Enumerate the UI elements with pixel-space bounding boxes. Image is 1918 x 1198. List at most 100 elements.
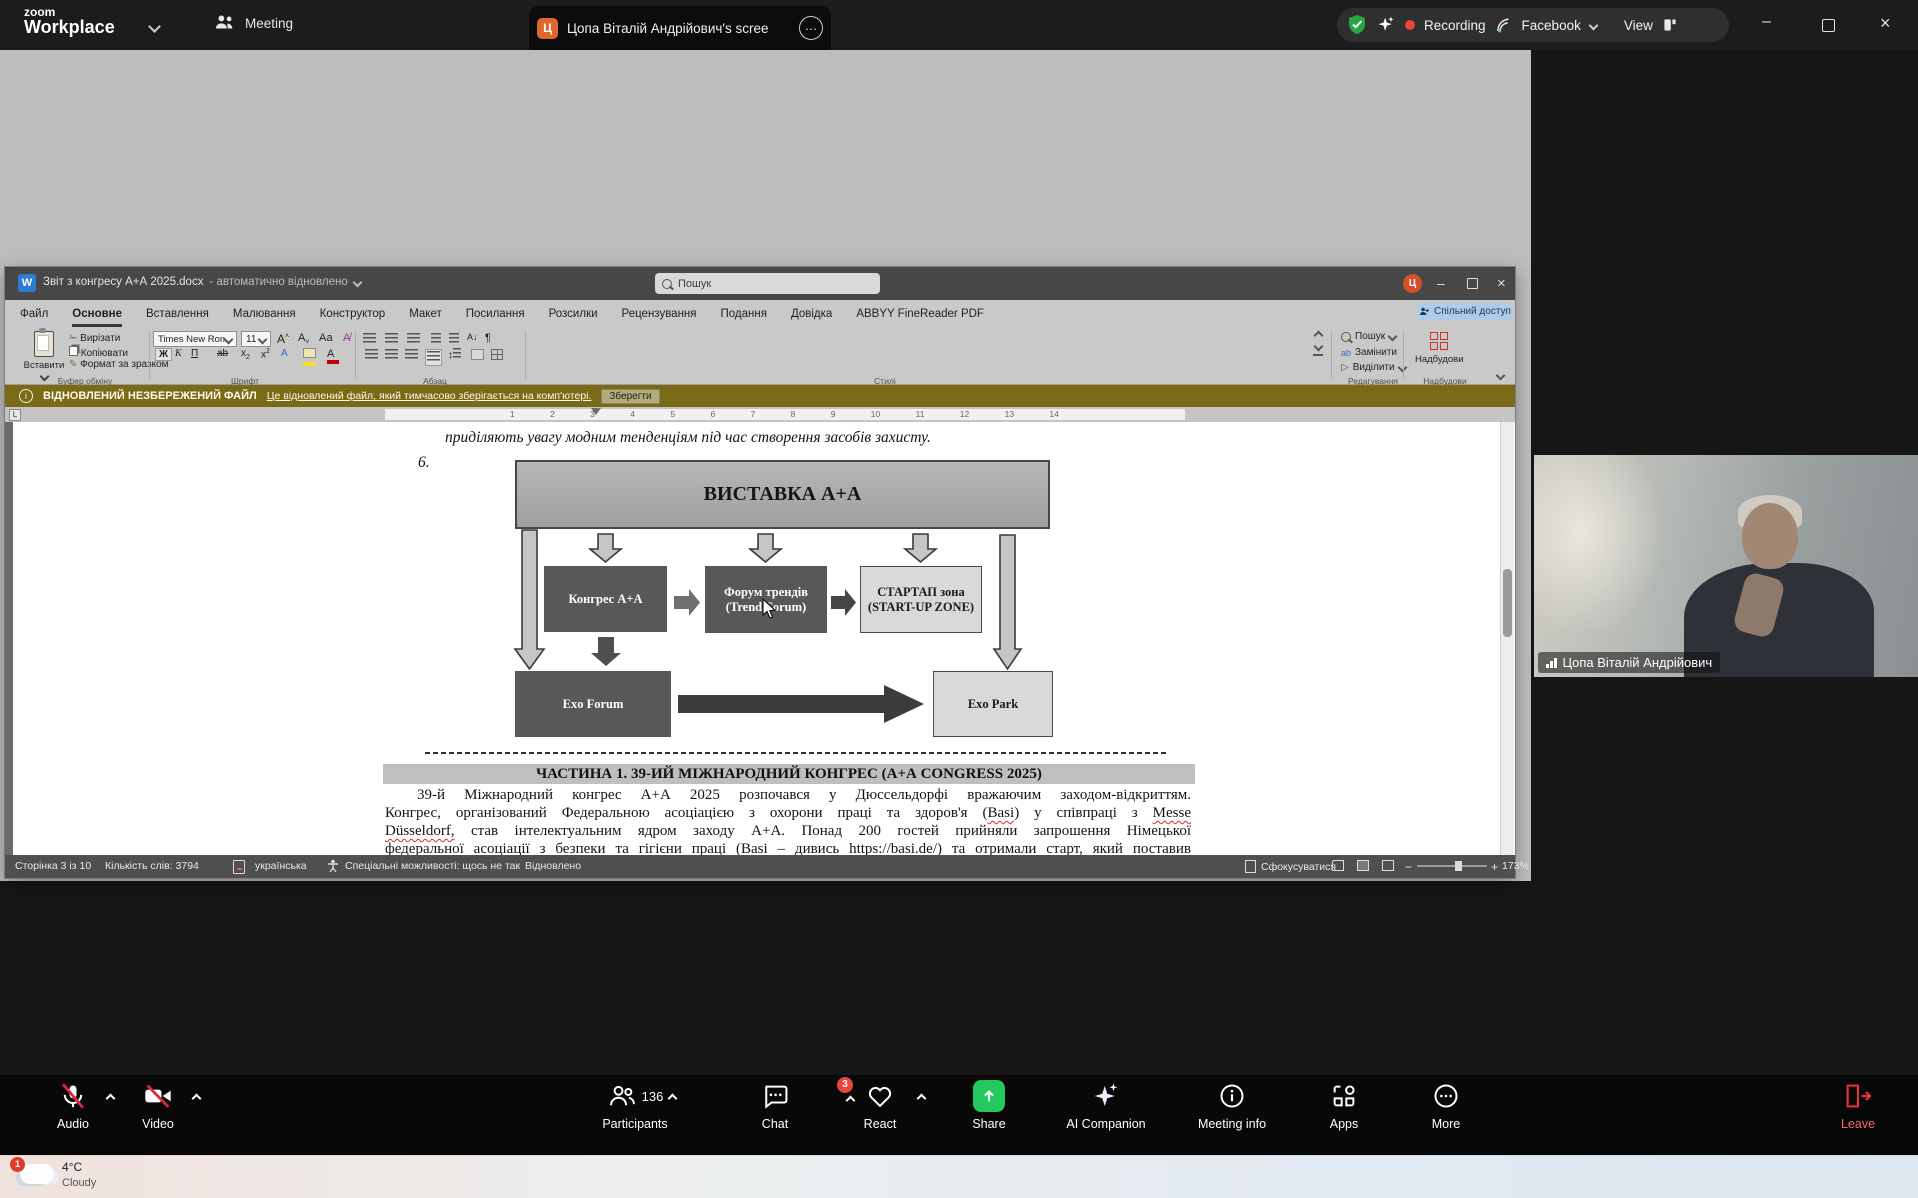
word-search-box[interactable]: Пошук [655,273,880,294]
word-maximize-button[interactable] [1467,278,1478,289]
status-recovered[interactable]: Відновлено [525,860,581,872]
tab-draw[interactable]: Малювання [233,301,296,327]
addins-button[interactable]: Надбудови [1415,332,1464,365]
status-page[interactable]: Сторінка 3 із 10 [15,860,91,872]
tab-options-icon[interactable]: … [799,16,823,40]
tab-selector-icon[interactable]: L [9,409,21,421]
tab-shared-screen[interactable]: Ц Цопа Віталій Андрійович's scree … [529,6,831,50]
underline-button[interactable]: П [191,348,198,359]
warning-link[interactable]: Це відновлений файл, який тимчасово збер… [267,390,592,402]
tab-review[interactable]: Рецензування [622,301,697,327]
participants-options-icon[interactable] [667,1094,677,1104]
find-button[interactable]: Пошук [1341,331,1396,342]
zoom-percentage[interactable]: 173% [1502,860,1511,872]
sort-icon[interactable]: А↓ [467,332,478,342]
font-size-select[interactable]: 11 [241,331,271,347]
accessibility-icon[interactable] [327,859,339,873]
ai-companion-button[interactable]: AI Companion [1041,1081,1171,1131]
zoom-out-icon[interactable]: − [1405,860,1412,874]
focus-mode-button[interactable]: Сфокусуватися [1245,860,1336,873]
pilcrow-icon[interactable]: ¶ [485,332,491,344]
status-word-count[interactable]: Кількість слів: 3794 [105,860,199,872]
participants-button[interactable]: 136 Participants [570,1081,700,1131]
security-shield-icon[interactable] [1347,14,1367,36]
scrollbar-thumb[interactable] [1503,569,1512,637]
bold-button[interactable]: Ж [155,348,172,361]
collapse-ribbon-icon[interactable] [1496,371,1506,381]
multilevel-list-icon[interactable] [407,333,420,346]
strikethrough-icon[interactable]: ab [217,348,228,359]
tab-home[interactable]: Основне [72,301,122,327]
close-button[interactable]: × [1880,15,1891,31]
borders-icon[interactable] [491,349,503,363]
tab-abbyy[interactable]: ABBYY FineReader PDF [856,301,984,327]
clear-formatting-icon[interactable]: А̸ [343,332,350,344]
paste-button[interactable]: Вставити [21,331,67,380]
document-canvas[interactable]: приділяють увагу модним тенденціям під ч… [5,422,1515,855]
chevron-down-icon[interactable] [148,20,161,33]
chevron-down-icon[interactable] [1588,20,1598,30]
align-left-icon[interactable] [365,349,378,362]
format-painter-button[interactable]: ✎ Формат за зразком [69,359,169,370]
tab-meeting[interactable]: Meeting [214,13,293,33]
zoom-in-icon[interactable]: + [1491,860,1498,874]
view-button[interactable]: View [1624,18,1653,33]
grow-font-icon[interactable]: А˄ [277,332,289,346]
text-effects-icon[interactable]: А [281,348,288,359]
minimize-button[interactable]: – [1762,14,1771,30]
justify-icon[interactable] [425,349,442,366]
align-center-icon[interactable] [385,349,398,362]
tab-layout[interactable]: Макет [409,301,442,327]
indent-marker-icon[interactable] [591,408,601,415]
word-minimize-button[interactable]: – [1437,275,1445,291]
copy-button[interactable]: Копіювати [69,346,128,359]
font-color-button[interactable]: А [327,348,339,364]
status-language[interactable]: українська [255,860,307,872]
cut-button[interactable]: ✁ Вирізати [69,333,120,344]
word-share-button[interactable]: Спільний доступ [1418,303,1512,320]
zoom-slider[interactable] [1417,865,1487,867]
video-options-icon[interactable] [192,1094,202,1104]
chevron-up-icon[interactable] [1313,331,1323,341]
word-close-button[interactable]: × [1497,275,1506,292]
tab-file[interactable]: Файл [20,301,48,327]
change-case-icon[interactable]: Аа [319,332,333,344]
numbering-icon[interactable] [385,333,398,346]
tab-mailings[interactable]: Розсилки [549,301,598,327]
proofing-error-icon[interactable] [233,860,245,874]
weather-widget[interactable]: 1 4°C Cloudy [0,1156,120,1198]
share-button[interactable]: Share [924,1081,1054,1131]
vertical-scrollbar[interactable] [1500,422,1514,855]
chevron-down-icon[interactable] [352,277,362,287]
more-button[interactable]: More [1381,1081,1511,1131]
video-button[interactable]: Video [93,1081,223,1131]
stream-target-label[interactable]: Facebook [1522,18,1581,33]
print-layout-icon[interactable] [1357,860,1369,871]
select-button[interactable]: ▷Виділити [1341,362,1406,373]
meeting-info-button[interactable]: Meeting info [1167,1081,1297,1131]
italic-button[interactable]: К [175,348,182,359]
styles-gallery-scroll[interactable] [1313,332,1323,356]
save-button[interactable]: Зберегти [601,389,659,404]
tab-design[interactable]: Конструктор [320,301,386,327]
tab-insert[interactable]: Вставлення [146,301,209,327]
leave-button[interactable]: Leave [1793,1081,1918,1131]
superscript-icon[interactable]: x2 [261,348,270,360]
increase-indent-icon[interactable] [449,333,459,346]
replace-button[interactable]: abЗамінити [1341,347,1397,358]
tab-view[interactable]: Подання [721,301,767,327]
status-accessibility[interactable]: Спеціальні можливості: щось не так [345,860,520,872]
align-right-icon[interactable] [405,349,418,362]
shrink-font-icon[interactable]: А˅ [298,332,309,346]
zoom-slider-thumb[interactable] [1455,861,1462,871]
word-user-avatar[interactable]: Ц [1403,274,1422,293]
decrease-indent-icon[interactable] [431,333,441,346]
web-layout-icon[interactable] [1382,860,1394,871]
line-spacing-icon[interactable]: ↕ [448,348,461,361]
ai-sparkle-icon[interactable] [1376,15,1396,35]
bullets-icon[interactable] [363,333,376,346]
maximize-button[interactable] [1822,19,1835,32]
font-name-select[interactable]: Times New Roman [153,331,237,347]
subscript-icon[interactable]: x2 [241,348,250,361]
highlight-color-button[interactable] [303,348,316,366]
